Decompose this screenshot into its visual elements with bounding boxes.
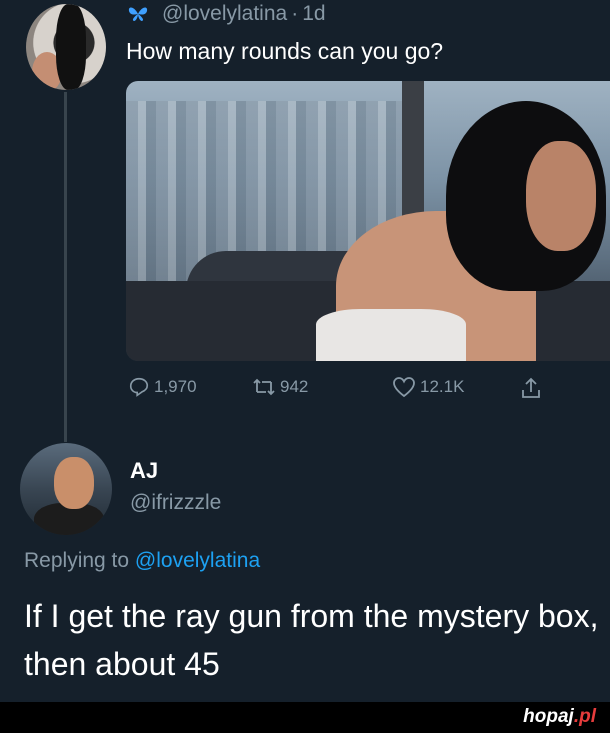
replying-mention[interactable]: @lovelylatina bbox=[135, 549, 260, 572]
like-button[interactable]: 12.1K bbox=[392, 376, 464, 398]
watermark-bar: hopaj.pl bbox=[0, 702, 610, 733]
tweet-text: How many rounds can you go? bbox=[126, 38, 444, 64]
avatar[interactable] bbox=[26, 4, 106, 90]
butterfly-icon bbox=[128, 7, 148, 21]
reply-button[interactable]: 1,970 bbox=[128, 376, 197, 398]
tweet-media[interactable] bbox=[126, 81, 610, 361]
watermark-logo: hopaj.pl bbox=[523, 706, 596, 728]
share-icon bbox=[522, 377, 540, 398]
retweet-count: 942 bbox=[280, 377, 309, 396]
reply-avatar[interactable] bbox=[20, 443, 112, 535]
tweet-time[interactable]: 1d bbox=[302, 2, 325, 26]
reply-icon bbox=[129, 377, 149, 397]
watermark-tld: .pl bbox=[573, 706, 596, 727]
retweet-icon bbox=[253, 378, 275, 396]
replying-label: Replying to bbox=[24, 549, 130, 572]
reply-text: If I get the ray gun from the mystery bo… bbox=[24, 598, 599, 682]
reply-count: 1,970 bbox=[154, 377, 197, 396]
watermark-name: hopaj bbox=[523, 706, 574, 727]
tweet-handle[interactable]: @lovelylatina bbox=[162, 2, 287, 26]
thread-line bbox=[64, 92, 67, 442]
like-count: 12.1K bbox=[420, 377, 465, 396]
separator: · bbox=[291, 2, 299, 25]
tweet-header: @lovelylatina · 1d bbox=[128, 2, 326, 26]
replying-to: Replying to @lovelylatina bbox=[24, 549, 260, 573]
reply-author-name[interactable]: AJ bbox=[130, 458, 158, 484]
share-button[interactable] bbox=[520, 376, 546, 400]
reply-author-handle[interactable]: @ifrizzzle bbox=[130, 491, 221, 515]
heart-icon bbox=[393, 377, 415, 398]
retweet-button[interactable]: 942 bbox=[252, 376, 308, 398]
tweet-actions: 1,970 942 12.1K bbox=[126, 376, 566, 406]
